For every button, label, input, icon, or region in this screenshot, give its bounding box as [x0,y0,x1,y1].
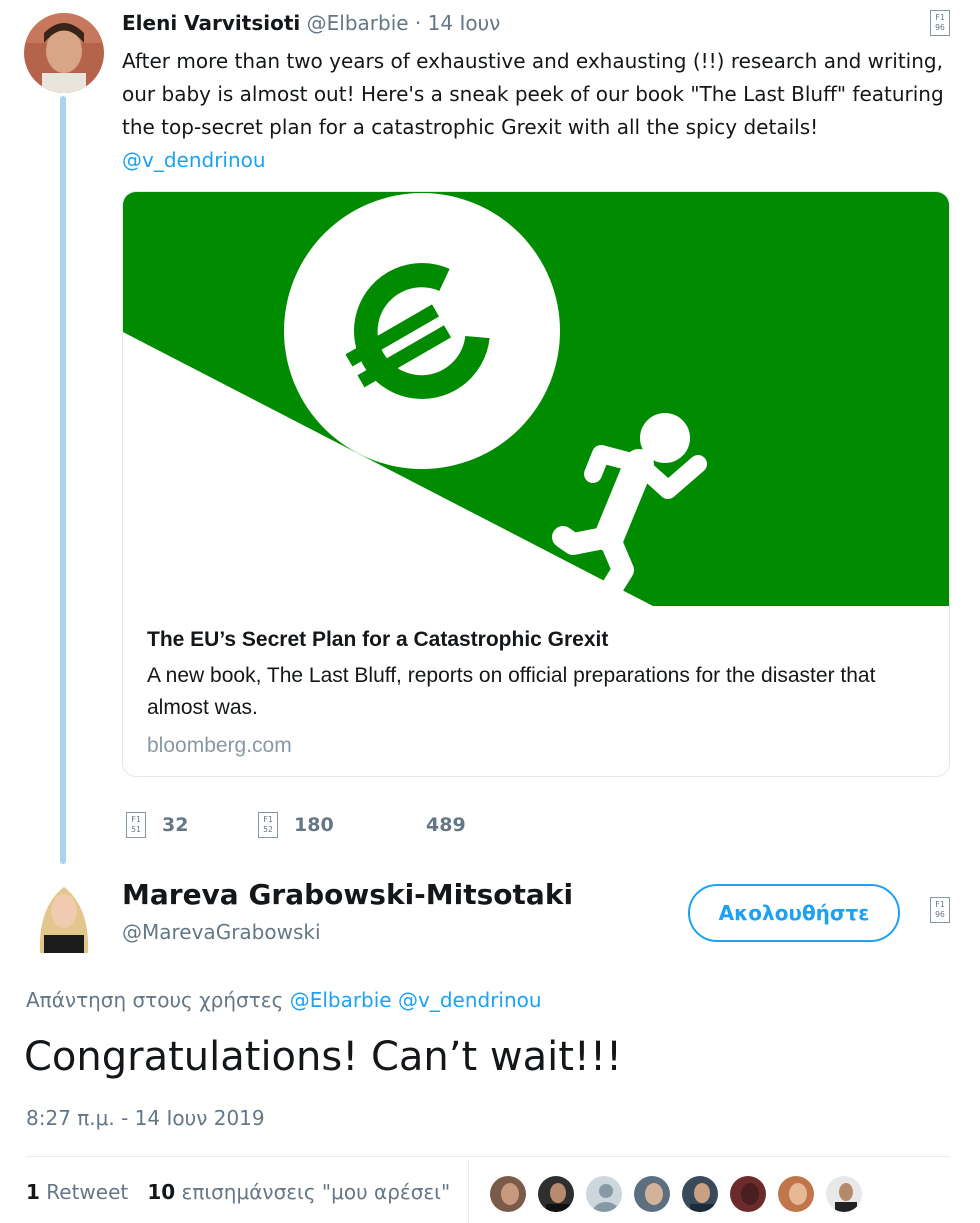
reply-count: 32 [162,814,189,836]
heart-icon [390,812,410,838]
mention-link[interactable]: @v_dendrinou [398,988,542,1012]
retweet-icon: F1 52 [258,812,278,838]
reply-button[interactable]: F1 51 32 [126,812,188,838]
retweet-stat[interactable]: 1 Retweet [26,1180,128,1204]
tweet-text-line: After more than two years of exhaustive … [122,49,943,73]
follow-button[interactable]: Ακολουθήστε [688,884,900,942]
retweet-count: 180 [294,814,334,836]
avatar[interactable] [680,1174,720,1214]
tweet-text: After more than two years of exhaustive … [122,45,962,177]
divider [468,1160,469,1223]
tweet-timestamp[interactable]: 8:27 π.μ. - 14 Ιουν 2019 [26,1106,265,1130]
tweet-text: Congratulations! Can’t wait!!! [24,1034,623,1080]
card-domain: bloomberg.com [147,734,292,757]
chevron-down-icon[interactable]: F1 96 [930,897,950,923]
tweet-text-line: our baby is almost out! Here's a sneak p… [122,82,944,106]
card-image [123,192,949,613]
author-name[interactable]: Mareva Grabowski-Mitsotaki [122,878,573,911]
chevron-down-icon[interactable]: F1 96 [930,10,950,36]
link-card[interactable]: The EU’s Secret Plan for a Catastrophic … [122,191,950,777]
tweet-header: Eleni Varvitsioti @Elbarbie · 14 Ιουν [122,11,500,35]
mention-link[interactable]: @v_dendrinou [122,144,962,177]
avatar[interactable] [24,13,104,93]
tweet-text-line: the top-secret plan for a catastrophic G… [122,115,819,139]
reply-prefix: Απάντηση στους χρήστες [26,988,284,1012]
avatar[interactable] [824,1174,864,1214]
card-title: The EU’s Secret Plan for a Catastrophic … [147,628,609,651]
like-count: 489 [426,814,466,836]
reply-icon: F1 51 [126,812,146,838]
reply-context: Απάντηση στους χρήστες @Elbarbie @v_dend… [26,988,542,1012]
author-handle[interactable]: @Elbarbie [307,11,409,35]
like-button[interactable]: 489 [390,812,466,838]
avatar[interactable] [30,877,98,953]
tweet-date[interactable]: · 14 Ιουν [415,11,500,35]
card-body: The EU’s Secret Plan for a Catastrophic … [123,606,949,776]
mention-link[interactable]: @Elbarbie [290,988,392,1012]
avatar[interactable] [728,1174,768,1214]
author-name[interactable]: Eleni Varvitsioti [122,11,300,35]
avatar[interactable] [488,1174,528,1214]
retweet-button[interactable]: F1 52 180 [258,812,334,838]
card-description: A new book, The Last Bluff, reports on o… [147,664,876,719]
avatar[interactable] [584,1174,624,1214]
like-stat[interactable]: 10 επισημάνσεις "μου αρέσει" [147,1180,450,1204]
avatar[interactable] [776,1174,816,1214]
thread-connector-line [60,96,66,864]
avatar[interactable] [632,1174,672,1214]
tweet-stats: 1 Retweet 10 επισημάνσεις "μου αρέσει" [26,1180,450,1204]
avatar[interactable] [536,1174,576,1214]
author-handle[interactable]: @MarevaGrabowski [122,920,321,944]
divider [26,1156,950,1157]
